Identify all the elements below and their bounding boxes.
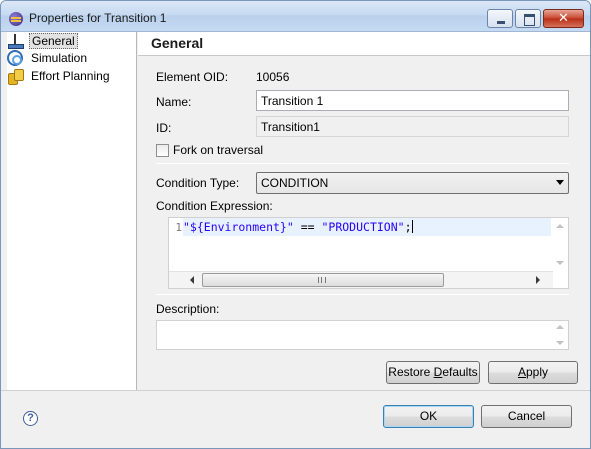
vertical-scrollbar[interactable] bbox=[551, 321, 568, 349]
mnemonic: A bbox=[517, 365, 526, 379]
description-label: Description: bbox=[156, 302, 220, 316]
name-field[interactable]: Transition 1 bbox=[256, 90, 569, 111]
title-bar[interactable]: Properties for Transition 1 ✕ bbox=[1, 1, 590, 32]
separator bbox=[156, 294, 569, 295]
effort-planning-icon bbox=[7, 68, 24, 85]
general-icon bbox=[7, 33, 24, 49]
close-icon: ✕ bbox=[558, 11, 569, 26]
close-button[interactable]: ✕ bbox=[543, 9, 584, 28]
window-title: Properties for Transition 1 bbox=[29, 11, 167, 25]
element-oid-label: Element OID: bbox=[156, 70, 229, 84]
scroll-left-icon[interactable] bbox=[190, 276, 194, 284]
chevron-down-icon bbox=[556, 180, 564, 185]
separator bbox=[156, 163, 569, 164]
page-header: General bbox=[138, 32, 590, 56]
eclipse-icon bbox=[9, 12, 23, 26]
code-operator: == bbox=[293, 220, 322, 234]
maximize-button[interactable] bbox=[515, 9, 541, 28]
button-label: Restore bbox=[388, 365, 434, 379]
help-icon[interactable]: ? bbox=[23, 411, 38, 426]
condition-expression-label: Condition Expression: bbox=[156, 199, 273, 213]
scroll-right-icon[interactable] bbox=[536, 276, 540, 284]
tree-item-label: Simulation bbox=[31, 51, 88, 65]
fork-on-traversal-checkbox[interactable] bbox=[156, 144, 169, 157]
fork-on-traversal-label[interactable]: Fork on traversal bbox=[173, 143, 263, 157]
apply-button[interactable]: Apply bbox=[488, 361, 578, 384]
tree-item-label: General bbox=[29, 33, 78, 49]
scrollbar-thumb[interactable] bbox=[202, 273, 444, 287]
code-semicolon: ; bbox=[404, 220, 412, 234]
ok-button[interactable]: OK bbox=[383, 405, 474, 428]
id-field[interactable]: Transition1 bbox=[256, 116, 569, 137]
tree-item-simulation[interactable]: Simulation bbox=[7, 50, 89, 66]
condition-expression-editor[interactable]: 1 "${Environment}" == "PRODUCTION"; bbox=[168, 217, 569, 289]
scroll-up-icon[interactable] bbox=[556, 224, 564, 228]
tree-item-general[interactable]: General bbox=[7, 33, 78, 49]
code-string: "PRODUCTION" bbox=[321, 220, 405, 234]
description-field[interactable] bbox=[156, 320, 569, 350]
tree-item-effort-planning[interactable]: Effort Planning bbox=[8, 68, 112, 85]
text-caret bbox=[411, 220, 413, 233]
condition-type-select[interactable]: CONDITION bbox=[256, 172, 569, 194]
condition-type-label: Condition Type: bbox=[156, 176, 240, 190]
cancel-button[interactable]: Cancel bbox=[481, 405, 572, 428]
vertical-scrollbar[interactable] bbox=[551, 218, 568, 271]
grip-icon bbox=[318, 277, 326, 283]
properties-dialog: Properties for Transition 1 ✕ General Si… bbox=[0, 0, 591, 449]
element-oid-value: 10056 bbox=[256, 70, 290, 84]
restore-defaults-button[interactable]: Restore Defaults bbox=[386, 361, 480, 384]
id-label: ID: bbox=[156, 121, 172, 135]
minimize-button[interactable] bbox=[487, 9, 513, 28]
scroll-up-icon[interactable] bbox=[556, 325, 564, 329]
button-label: efaults bbox=[442, 365, 478, 379]
code-line[interactable]: "${Environment}" == "PRODUCTION"; bbox=[183, 218, 552, 236]
scroll-down-icon[interactable] bbox=[556, 341, 564, 345]
condition-type-value: CONDITION bbox=[261, 176, 329, 190]
property-page-tree: General Simulation Effort Planning bbox=[7, 32, 137, 390]
tree-item-label: Effort Planning bbox=[31, 69, 110, 83]
simulation-icon bbox=[7, 50, 23, 66]
page-title: General bbox=[151, 35, 204, 51]
button-label: pply bbox=[526, 365, 549, 379]
scroll-down-icon[interactable] bbox=[556, 261, 564, 265]
name-label: Name: bbox=[156, 95, 192, 109]
line-number: 1 bbox=[169, 218, 183, 271]
code-string: "${Environment}" bbox=[183, 220, 294, 234]
general-page: General Element OID: 10056 Name: Transit… bbox=[138, 32, 590, 390]
horizontal-scrollbar[interactable] bbox=[169, 271, 553, 288]
dialog-footer: ? OK Cancel bbox=[1, 390, 590, 448]
